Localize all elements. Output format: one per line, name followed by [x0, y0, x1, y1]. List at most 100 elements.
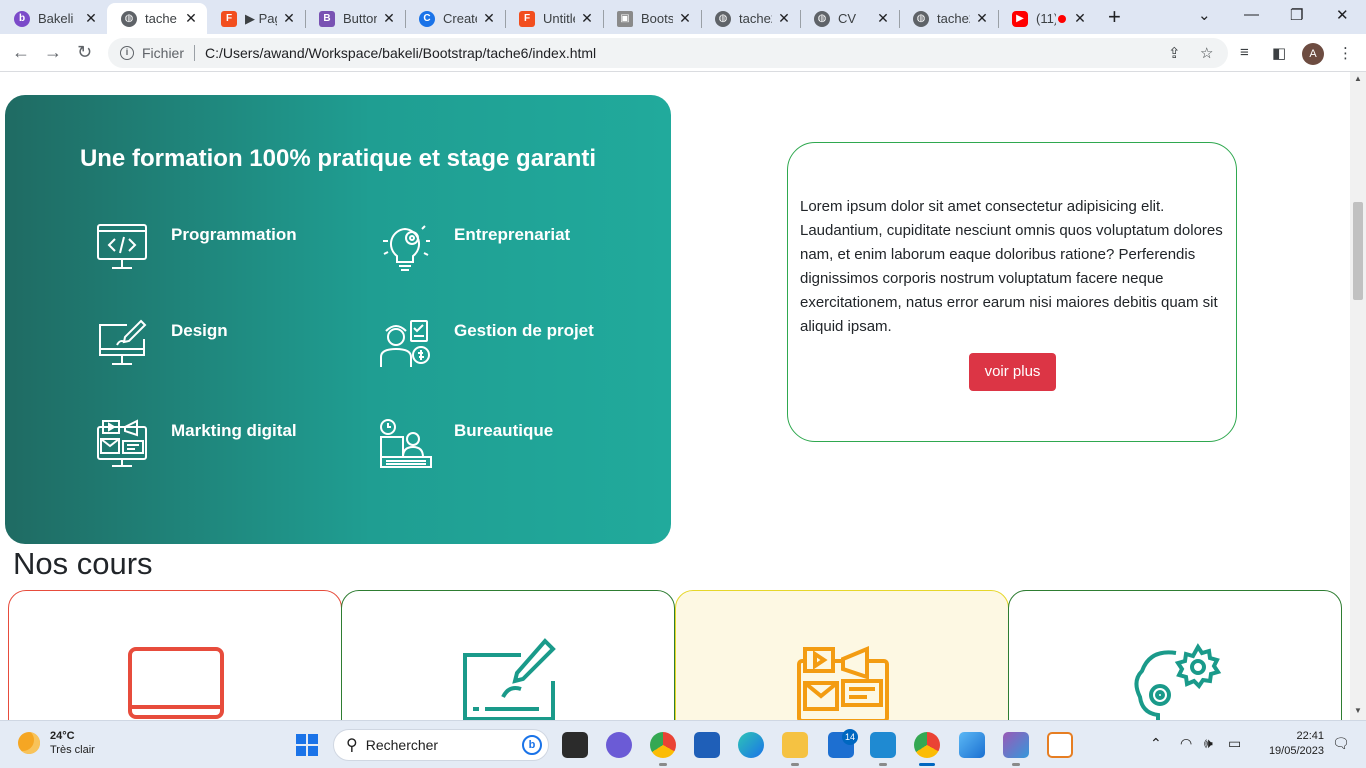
- bookmark-star-icon[interactable]: ☆: [1200, 44, 1213, 62]
- close-icon[interactable]: ✕: [381, 10, 397, 27]
- tab-bootstrap-buttons[interactable]: B Button ✕: [305, 3, 405, 34]
- close-window-button[interactable]: ✕: [1336, 6, 1349, 24]
- close-icon[interactable]: ✕: [481, 10, 497, 27]
- course-card-marketing[interactable]: [675, 590, 1009, 720]
- close-icon[interactable]: ✕: [281, 10, 297, 27]
- wifi-icon[interactable]: ◠: [1180, 735, 1192, 752]
- office-worker-icon: [380, 419, 432, 468]
- tab-bakeli[interactable]: b Bakeli ✕: [0, 3, 107, 34]
- feature-gestion-projet: Gestion de projet: [378, 317, 594, 371]
- info-icon[interactable]: i: [120, 46, 134, 60]
- voir-plus-button[interactable]: voir plus: [969, 353, 1056, 391]
- feature-programmation: Programmation: [95, 221, 297, 275]
- browser-toolbar: ← → ↻ i Fichier C:/Users/awand/Workspace…: [0, 34, 1366, 72]
- course-card-entreprenariat[interactable]: [1008, 590, 1342, 720]
- scroll-up-icon[interactable]: ▲: [1354, 74, 1362, 83]
- windows-start-icon[interactable]: [296, 734, 318, 756]
- figma-icon: F: [519, 10, 535, 27]
- taskbar-clock[interactable]: 22:41 19/05/2023: [1262, 729, 1324, 759]
- tab-youtube[interactable]: ▶ (11) ✕: [998, 3, 1096, 34]
- file-explorer-icon[interactable]: [782, 732, 808, 766]
- paint-icon[interactable]: [1003, 732, 1029, 766]
- globe-icon: ◍: [814, 10, 830, 27]
- globe-icon: ◍: [913, 10, 929, 27]
- close-icon[interactable]: ✕: [1072, 10, 1088, 27]
- tab-tache2[interactable]: ◍ tache2 ✕: [701, 3, 800, 34]
- media-queue-icon[interactable]: ≡: [1240, 44, 1249, 61]
- close-icon[interactable]: ✕: [677, 10, 693, 27]
- side-panel-icon[interactable]: ◧: [1272, 44, 1286, 62]
- tab-tache2-b[interactable]: ◍ tache2 ✕: [899, 3, 998, 34]
- scroll-down-icon[interactable]: ▼: [1354, 706, 1362, 715]
- monitor-icon: [128, 647, 224, 719]
- weather-desc: Très clair: [50, 744, 95, 756]
- taskbar-search-box[interactable]: ⚲ Rechercher b: [333, 729, 549, 761]
- feature-design: Design: [95, 317, 228, 371]
- chrome-icon[interactable]: [650, 732, 676, 766]
- battery-icon[interactable]: ▭: [1228, 735, 1241, 752]
- microsoft-store-icon[interactable]: [694, 732, 720, 758]
- notification-icon[interactable]: 🗨: [1332, 735, 1350, 752]
- back-button[interactable]: ←: [12, 42, 30, 62]
- bing-icon[interactable]: b: [522, 735, 542, 755]
- snipping-tool-icon[interactable]: [1047, 732, 1073, 758]
- new-tab-button[interactable]: +: [1108, 6, 1121, 28]
- close-icon[interactable]: ✕: [776, 10, 792, 27]
- feature-label: Gestion de projet: [454, 321, 594, 340]
- tab-tache6[interactable]: ◍ tache 6 ✕: [107, 3, 207, 34]
- tab-cv[interactable]: ◍ CV ✕: [800, 3, 899, 34]
- close-icon[interactable]: ✕: [974, 10, 990, 27]
- photos-icon[interactable]: [959, 732, 985, 758]
- menu-kebab-icon[interactable]: ⋮: [1338, 44, 1353, 62]
- tab-figma-page[interactable]: F ▶ Pag ✕: [207, 3, 305, 34]
- close-icon[interactable]: ✕: [183, 10, 199, 27]
- brain-gear-icon: [1134, 643, 1222, 720]
- tab-search-button[interactable]: ⌄: [1198, 6, 1211, 24]
- page-scrollbar[interactable]: ▲ ▼: [1350, 72, 1366, 720]
- feature-label: Design: [171, 321, 228, 340]
- code-monitor-icon: [97, 224, 147, 269]
- feature-entreprenariat: Entreprenariat: [378, 221, 570, 275]
- page-viewport: Une formation 100% pratique et stage gar…: [0, 72, 1350, 720]
- promo-title: Une formation 100% pratique et stage gar…: [79, 145, 597, 172]
- close-icon[interactable]: ✕: [579, 10, 595, 27]
- feature-label: Programmation: [171, 225, 297, 244]
- reload-button[interactable]: ↻: [77, 42, 92, 62]
- volume-icon[interactable]: 🕪: [1204, 735, 1213, 752]
- minimize-button[interactable]: —: [1244, 6, 1259, 23]
- forward-button[interactable]: →: [44, 42, 62, 62]
- profile-avatar[interactable]: A: [1302, 43, 1324, 65]
- close-icon[interactable]: ✕: [83, 10, 99, 27]
- course-card-programmation[interactable]: [8, 590, 342, 720]
- tab-figma-untitled[interactable]: F Untitle ✕: [505, 3, 603, 34]
- vscode-icon[interactable]: [870, 732, 896, 766]
- tray-chevron-icon[interactable]: ⌃: [1150, 735, 1162, 752]
- clock-date: 19/05/2023: [1268, 745, 1324, 757]
- chrome-profile-icon[interactable]: [914, 732, 940, 766]
- tab-canva-create[interactable]: C Create ✕: [405, 3, 505, 34]
- tab-bootstrap-image[interactable]: ▣ Bootst ✕: [603, 3, 701, 34]
- design-monitor-icon: [99, 319, 147, 365]
- course-card-design[interactable]: [341, 590, 675, 720]
- courses-title: Nos cours: [13, 546, 153, 581]
- globe-icon: ◍: [715, 10, 731, 27]
- teams-chat-icon[interactable]: [606, 732, 632, 758]
- browser-tabstrip: b Bakeli ✕ ◍ tache 6 ✕ F ▶ Pag ✕ B Butto…: [0, 0, 1366, 34]
- globe-icon: ◍: [121, 10, 137, 27]
- search-icon: ⚲: [346, 737, 358, 754]
- scrollbar-thumb[interactable]: [1353, 202, 1363, 300]
- edge-icon[interactable]: [738, 732, 764, 758]
- formation-promo-panel: Une formation 100% pratique et stage gar…: [5, 95, 671, 544]
- share-icon[interactable]: ⇪: [1168, 44, 1181, 62]
- weather-widget[interactable]: 24°C Très clair: [18, 729, 95, 757]
- digital-marketing-icon: [97, 419, 147, 467]
- restore-button[interactable]: ❐: [1290, 6, 1303, 24]
- url-text[interactable]: C:/Users/awand/Workspace/bakeli/Bootstra…: [205, 45, 596, 61]
- mail-badge: 14: [842, 729, 858, 745]
- close-icon[interactable]: ✕: [875, 10, 891, 27]
- address-bar[interactable]: i Fichier C:/Users/awand/Workspace/bakel…: [108, 38, 1228, 68]
- windows-taskbar: 24°C Très clair ⚲ Rechercher b 14 ⌃ ◠ 🕪 …: [0, 720, 1366, 768]
- task-view-icon[interactable]: [562, 732, 588, 758]
- clock-time: 22:41: [1296, 730, 1324, 742]
- info-card: Lorem ipsum dolor sit amet consectetur a…: [787, 142, 1237, 442]
